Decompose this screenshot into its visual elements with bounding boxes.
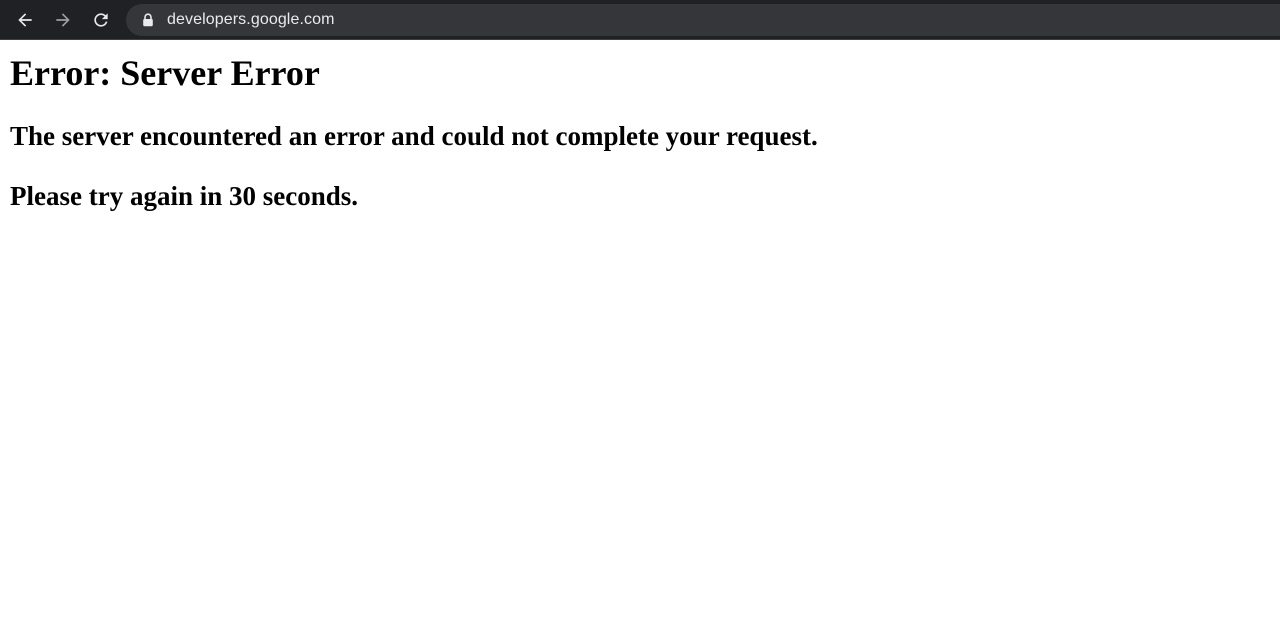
reload-icon (94, 13, 108, 27)
reload-button[interactable] (85, 4, 117, 36)
back-button[interactable] (9, 4, 41, 36)
error-message: The server encountered an error and coul… (10, 121, 818, 151)
forward-button[interactable] (47, 4, 79, 36)
page-content: Error: Server Error The server encounter… (0, 40, 1280, 632)
browser-toolbar: developers.google.com (0, 0, 1280, 40)
lock-icon[interactable] (141, 13, 155, 27)
error-title: Error: Server Error (10, 53, 320, 93)
retry-message: Please try again in 30 seconds. (10, 181, 358, 211)
address-bar[interactable]: developers.google.com (126, 4, 1280, 36)
forward-arrow-icon (56, 13, 70, 27)
url-text[interactable]: developers.google.com (167, 11, 335, 29)
back-arrow-icon (18, 13, 32, 27)
